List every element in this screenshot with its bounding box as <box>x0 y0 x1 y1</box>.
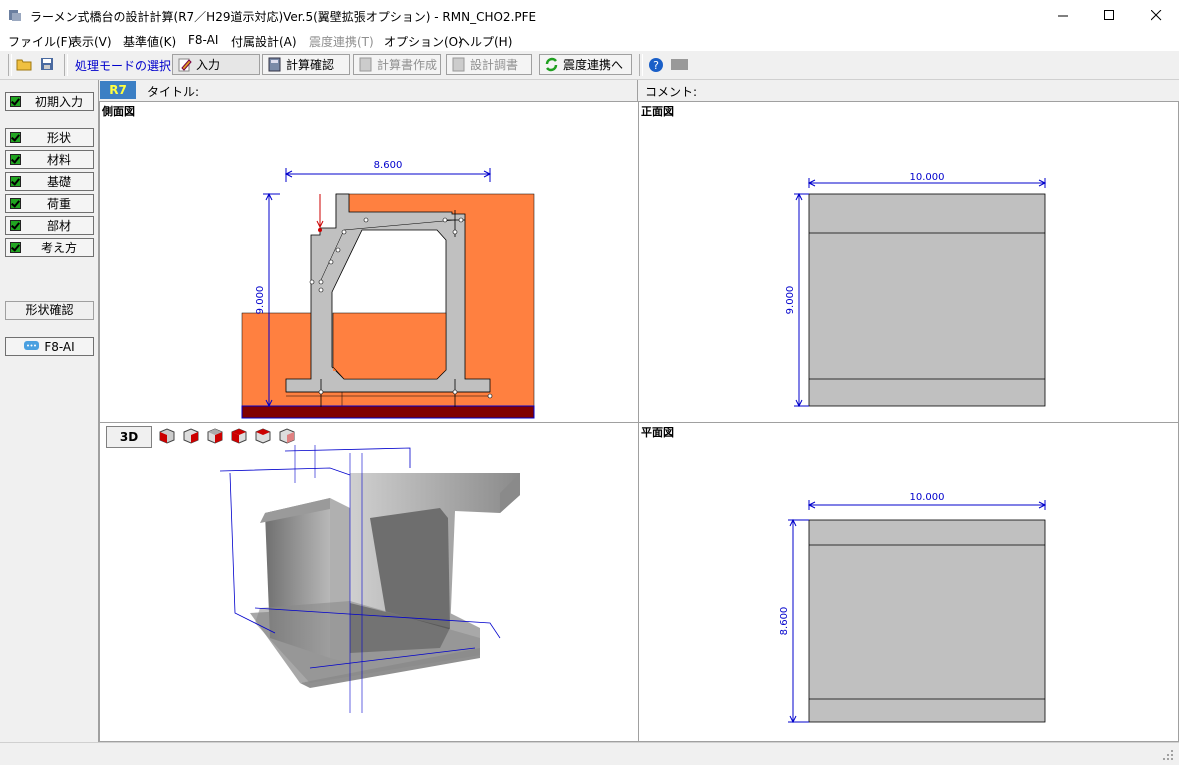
status-bar <box>0 742 1179 765</box>
resize-grip-icon[interactable] <box>1162 749 1174 761</box>
svg-text:?: ? <box>653 59 659 72</box>
title-bar: ラーメン式橋台の設計計算(R7／H29道示対応)Ver.5(翼壁拡張オプション)… <box>0 0 1179 31</box>
3d-view-pane[interactable]: 3D <box>99 422 639 742</box>
front-width-dim: 10.000 <box>910 172 945 183</box>
open-folder-icon[interactable] <box>16 57 32 71</box>
shape-button[interactable]: 形状 <box>5 128 94 147</box>
title-label: タイトル: <box>147 85 200 99</box>
foundation-button[interactable]: 基礎 <box>5 172 94 191</box>
minimize-icon <box>1057 15 1068 17</box>
initial-input-button[interactable]: 初期入力 <box>5 92 94 111</box>
side-view-pane[interactable]: 側面図 8.600 9.000 <box>99 101 639 423</box>
minimize-button[interactable] <box>1040 0 1086 31</box>
close-icon <box>1150 10 1161 21</box>
close-button[interactable] <box>1133 0 1179 31</box>
version-badge: R7 <box>100 81 136 99</box>
material-label: 材料 <box>46 153 71 167</box>
help-icon[interactable]: ? <box>648 57 664 73</box>
load-label: 荷重 <box>46 197 71 211</box>
policy-button[interactable]: 考え方 <box>5 238 94 257</box>
member-label: 部材 <box>46 219 71 233</box>
side-view-drawing: 8.600 9.000 <box>241 160 535 419</box>
check-icon <box>10 242 21 253</box>
front-view-drawing: 10.000 9.000 <box>785 172 1047 408</box>
initial-input-label: 初期入力 <box>34 95 83 109</box>
menu-bar: ファイル(F) 表示(V) 基準値(K) F8-AI 付属設計(A) 震度連携(… <box>0 31 1179 51</box>
menu-option[interactable]: オプション(O) <box>384 33 463 50</box>
calc-check-button[interactable]: 計算確認 <box>262 54 350 75</box>
window-title: ラーメン式橋台の設計計算(R7／H29道示対応)Ver.5(翼壁拡張オプション)… <box>30 10 537 24</box>
f8ai-button[interactable]: F8-AI <box>5 337 94 356</box>
member-button[interactable]: 部材 <box>5 216 94 235</box>
divider <box>637 80 638 101</box>
message-icon[interactable] <box>671 58 689 71</box>
report-icon <box>359 57 372 72</box>
check-icon <box>10 176 21 187</box>
design-sheet-label: 設計調書 <box>470 58 519 72</box>
check-icon <box>10 96 21 107</box>
pencil-icon <box>178 58 192 72</box>
toolbar-separator <box>64 54 68 76</box>
menu-f8ai[interactable]: F8-AI <box>188 33 218 47</box>
3d-model-drawing <box>219 445 520 713</box>
seismic-link-label: 震度連携へ <box>563 58 624 72</box>
check-icon <box>10 132 21 143</box>
report-label: 計算書作成 <box>377 58 438 72</box>
plan-view-pane[interactable]: 平面図 10.000 8.600 <box>638 422 1179 742</box>
input-mode-button[interactable]: 入力 <box>172 54 260 75</box>
side-height-dim: 9.000 <box>255 286 266 315</box>
plan-view-drawing: 10.000 8.600 <box>779 492 1047 724</box>
shape-label: 形状 <box>46 131 71 145</box>
menu-standard[interactable]: 基準値(K) <box>123 33 176 50</box>
foundation-label: 基礎 <box>46 175 71 189</box>
menu-help[interactable]: ヘルプ(H) <box>458 33 512 50</box>
calculator-icon <box>268 57 281 72</box>
menu-attached-design[interactable]: 付属設計(A) <box>231 33 297 50</box>
seismic-link-button[interactable]: 震度連携へ <box>539 54 632 75</box>
document-icon <box>452 57 465 72</box>
maximize-icon <box>1103 10 1114 20</box>
design-sheet-button[interactable]: 設計調書 <box>446 54 532 75</box>
mode-select-label: 処理モードの選択 <box>75 59 172 73</box>
policy-label: 考え方 <box>40 241 77 255</box>
left-panel: 初期入力 形状 材料 基礎 荷重 部材 考え方 形状確認 F8-AI <box>0 80 99 742</box>
side-width-dim: 8.600 <box>374 160 403 171</box>
check-icon <box>10 154 21 165</box>
shape-check-button[interactable]: 形状確認 <box>5 301 94 320</box>
input-mode-label: 入力 <box>196 58 221 72</box>
f8ai-label: F8-AI <box>44 339 75 354</box>
save-icon[interactable] <box>40 57 54 71</box>
toolbar: 処理モードの選択 入力 計算確認 計算書作成 設計調書 震度連携へ ? <box>0 51 1179 80</box>
check-icon <box>10 198 21 209</box>
menu-view[interactable]: 表示(V) <box>70 33 112 50</box>
plan-height-dim: 8.600 <box>779 607 790 636</box>
menu-seismic[interactable]: 震度連携(T) <box>309 33 374 50</box>
toolbar-separator <box>639 54 643 76</box>
app-icon <box>9 10 21 21</box>
calc-check-label: 計算確認 <box>286 58 335 72</box>
load-button[interactable]: 荷重 <box>5 194 94 213</box>
material-button[interactable]: 材料 <box>5 150 94 169</box>
chat-bubble-icon <box>24 340 40 350</box>
refresh-icon <box>545 57 558 72</box>
menu-file[interactable]: ファイル(F) <box>8 33 72 50</box>
maximize-button[interactable] <box>1086 0 1132 31</box>
comment-label: コメント: <box>645 85 698 99</box>
title-comment-bar: R7 タイトル: コメント: <box>99 80 1179 102</box>
front-view-pane[interactable]: 正面図 10.000 9.000 <box>638 101 1179 423</box>
check-icon <box>10 220 21 231</box>
front-height-dim: 9.000 <box>785 286 796 315</box>
report-button[interactable]: 計算書作成 <box>353 54 441 75</box>
toolbar-separator <box>8 54 12 76</box>
plan-width-dim: 10.000 <box>910 492 945 503</box>
